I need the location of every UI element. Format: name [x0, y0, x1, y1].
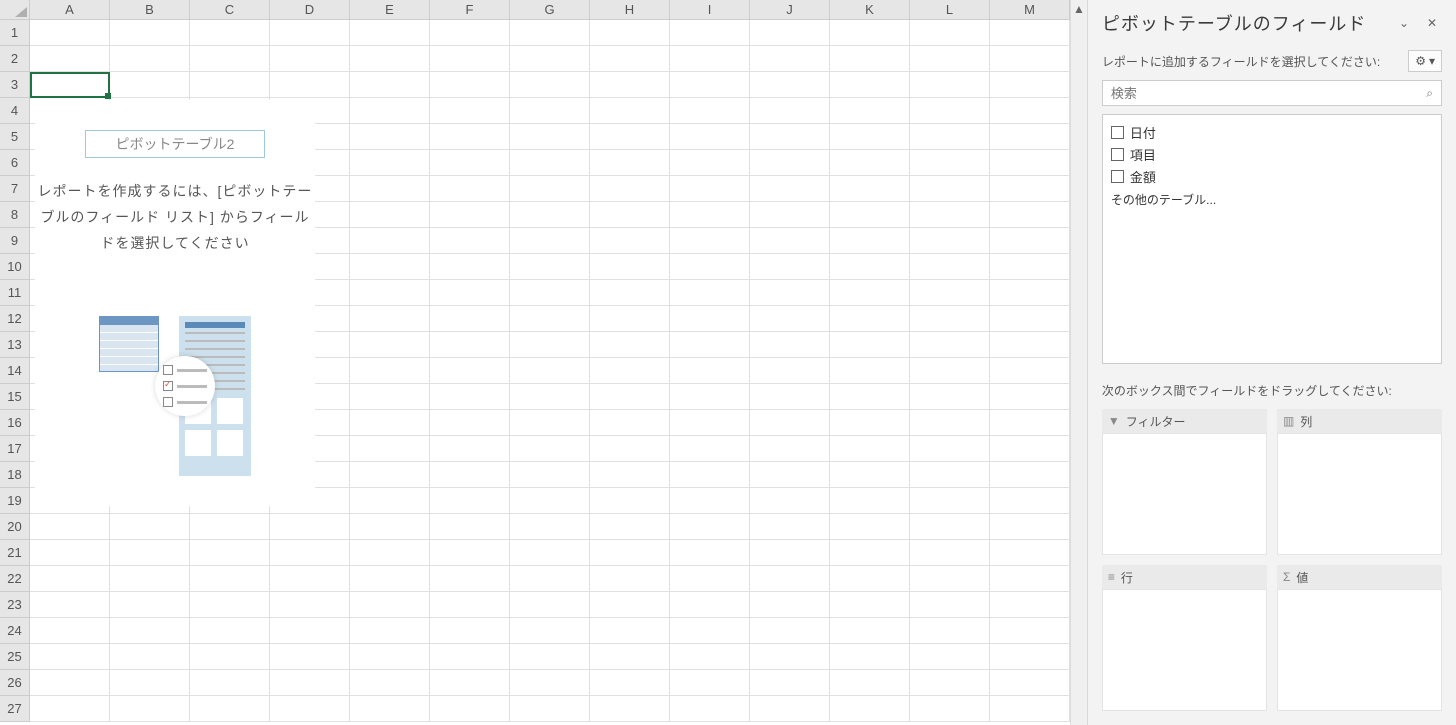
rows-icon: ≡ [1108, 570, 1115, 584]
fieldlist-icon [179, 316, 251, 476]
column-header[interactable]: C [190, 0, 270, 20]
field-list[interactable]: 日付 項目 金額 その他のテーブル... [1102, 114, 1442, 364]
pivottable-placeholder: ピボットテーブル2 レポートを作成するには、[ピボットテーブルのフィールド リス… [35, 100, 315, 506]
field-search[interactable]: ⌕ [1102, 80, 1442, 106]
column-header[interactable]: J [750, 0, 830, 20]
column-headers: ABCDEFGHIJKLM [0, 0, 1070, 20]
spreadsheet-area: ABCDEFGHIJKLM 12345678910111213141516171… [0, 0, 1070, 725]
row-header[interactable]: 21 [0, 540, 30, 566]
row-header[interactable]: 5 [0, 124, 30, 150]
row-header[interactable]: 18 [0, 462, 30, 488]
row-header[interactable]: 6 [0, 150, 30, 176]
pivottable-field-pane: ピボットテーブルのフィールド ⌄ ✕ レポートに追加するフィールドを選択してくだ… [1087, 0, 1456, 725]
column-header[interactable]: D [270, 0, 350, 20]
column-header[interactable]: K [830, 0, 910, 20]
column-header[interactable]: I [670, 0, 750, 20]
filter-icon: ▼ [1108, 414, 1120, 428]
column-header[interactable]: A [30, 0, 110, 20]
more-tables-link[interactable]: その他のテーブル... [1111, 191, 1433, 208]
table-icon [99, 316, 159, 372]
field-checkbox-date[interactable]: 日付 [1111, 121, 1433, 143]
column-header[interactable]: H [590, 0, 670, 20]
row-header[interactable]: 15 [0, 384, 30, 410]
row-header[interactable]: 25 [0, 644, 30, 670]
columns-icon: ▥ [1283, 414, 1294, 428]
checkbox-icon[interactable] [1111, 148, 1124, 161]
column-header[interactable]: B [110, 0, 190, 20]
row-header[interactable]: 16 [0, 410, 30, 436]
filter-drop-area[interactable]: ▼フィルター [1102, 409, 1267, 555]
row-header[interactable]: 19 [0, 488, 30, 514]
gear-icon: ⚙ [1415, 54, 1426, 68]
scroll-up-icon[interactable]: ▲ [1071, 0, 1087, 17]
row-header[interactable]: 13 [0, 332, 30, 358]
pane-title: ピボットテーブルのフィールド [1102, 10, 1386, 36]
row-header[interactable]: 4 [0, 98, 30, 124]
columns-drop-area[interactable]: ▥列 [1277, 409, 1442, 555]
row-header[interactable]: 7 [0, 176, 30, 202]
pane-subtitle: レポートに追加するフィールドを選択してください: [1102, 53, 1400, 70]
pivottable-instruction: レポートを作成するには、[ピボットテーブルのフィールド リスト] からフィールド… [35, 178, 315, 256]
column-header[interactable]: G [510, 0, 590, 20]
collapse-icon[interactable]: ⌄ [1394, 16, 1414, 30]
tools-button[interactable]: ⚙ ▾ [1408, 50, 1442, 72]
row-header[interactable]: 8 [0, 202, 30, 228]
close-icon[interactable]: ✕ [1422, 16, 1442, 30]
row-header[interactable]: 27 [0, 696, 30, 722]
checklist-icon [155, 356, 215, 416]
cell-grid[interactable]: ピボットテーブル2 レポートを作成するには、[ピボットテーブルのフィールド リス… [30, 20, 1070, 725]
search-input[interactable] [1111, 86, 1426, 101]
row-header[interactable]: 20 [0, 514, 30, 540]
row-header[interactable]: 26 [0, 670, 30, 696]
row-header[interactable]: 23 [0, 592, 30, 618]
row-header[interactable]: 1 [0, 20, 30, 46]
row-header[interactable]: 24 [0, 618, 30, 644]
values-drop-area[interactable]: Σ値 [1277, 565, 1442, 711]
select-all-corner[interactable] [0, 0, 30, 20]
row-header[interactable]: 9 [0, 228, 30, 254]
column-header[interactable]: F [430, 0, 510, 20]
column-header[interactable]: L [910, 0, 990, 20]
pivottable-name-box: ピボットテーブル2 [85, 130, 265, 158]
row-header[interactable]: 11 [0, 280, 30, 306]
pivottable-illustration [35, 316, 315, 476]
row-header[interactable]: 10 [0, 254, 30, 280]
row-headers: 1234567891011121314151617181920212223242… [0, 20, 30, 725]
sigma-icon: Σ [1283, 570, 1290, 584]
vertical-scrollbar[interactable]: ▲ [1070, 0, 1087, 725]
drag-hint: 次のボックス間でフィールドをドラッグしてください: [1102, 382, 1442, 399]
chevron-down-icon: ▾ [1429, 54, 1435, 68]
row-header[interactable]: 17 [0, 436, 30, 462]
checkbox-icon[interactable] [1111, 170, 1124, 183]
row-header[interactable]: 3 [0, 72, 30, 98]
field-checkbox-amount[interactable]: 金額 [1111, 165, 1433, 187]
column-header[interactable]: M [990, 0, 1070, 20]
row-header[interactable]: 14 [0, 358, 30, 384]
column-header[interactable]: E [350, 0, 430, 20]
field-checkbox-item[interactable]: 項目 [1111, 143, 1433, 165]
row-header[interactable]: 22 [0, 566, 30, 592]
checkbox-icon[interactable] [1111, 126, 1124, 139]
search-icon: ⌕ [1426, 86, 1433, 101]
drop-areas: ▼フィルター ▥列 ≡行 Σ値 [1102, 409, 1442, 711]
row-header[interactable]: 12 [0, 306, 30, 332]
rows-drop-area[interactable]: ≡行 [1102, 565, 1267, 711]
row-header[interactable]: 2 [0, 46, 30, 72]
